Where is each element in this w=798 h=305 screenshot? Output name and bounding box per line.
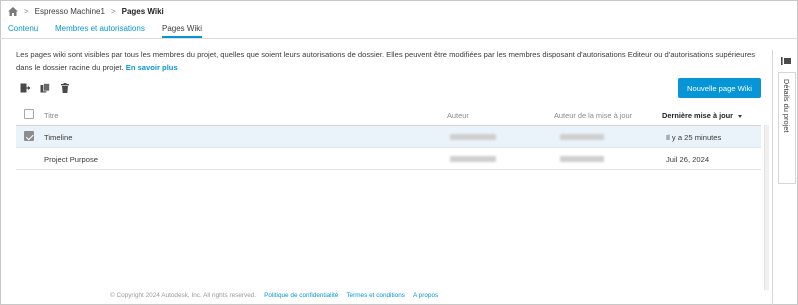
redacted-author — [450, 156, 496, 162]
row-last-update: Il y a 25 minutes — [666, 133, 722, 142]
tab-bar: Contenu Membres et autorisations Pages W… — [0, 22, 798, 39]
toolbar — [20, 83, 70, 93]
info-text: Les pages wiki sont visibles par tous le… — [16, 49, 764, 74]
project-details-label: Détails du projet — [782, 79, 791, 133]
panel-toggle-icon[interactable] — [781, 57, 791, 65]
header-author[interactable]: Auteur — [447, 111, 469, 120]
tab-pages-wiki[interactable]: Pages Wiki — [162, 24, 203, 38]
project-details-panel: Détails du projet — [772, 50, 798, 305]
footer: © Copyright 2024 Autodesk, Inc. All righ… — [110, 292, 438, 299]
breadcrumb-current: Pages Wiki — [121, 6, 164, 16]
terms-link[interactable]: Termes et conditions — [346, 292, 405, 299]
wiki-table: Titre Auteur Auteur de la mise à jour De… — [16, 104, 761, 170]
breadcrumb: > Espresso Machine1 > Pages Wiki — [8, 5, 164, 17]
tab-membres[interactable]: Membres et autorisations — [55, 24, 145, 38]
select-all-checkbox[interactable] — [24, 109, 34, 119]
delete-icon[interactable] — [60, 83, 70, 93]
redacted-updated-by — [560, 134, 604, 140]
sort-desc-icon[interactable] — [738, 114, 743, 118]
row-checkbox[interactable] — [24, 131, 34, 141]
table-row[interactable]: Project Purpose Juil 26, 2024 — [16, 148, 761, 170]
breadcrumb-separator: > — [24, 6, 29, 16]
redacted-author — [450, 134, 496, 140]
copyright-text: © Copyright 2024 Autodesk, Inc. All righ… — [110, 292, 257, 299]
row-last-update: Juil 26, 2024 — [666, 155, 710, 164]
about-link[interactable]: A propos — [413, 292, 438, 299]
row-title[interactable]: Project Purpose — [44, 155, 98, 164]
header-updated-by[interactable]: Auteur de la mise à jour — [554, 111, 632, 120]
breadcrumb-separator: > — [110, 6, 116, 16]
breadcrumb-project[interactable]: Espresso Machine1 — [35, 7, 105, 16]
table-row[interactable]: Timeline Il y a 25 minutes — [16, 126, 761, 148]
project-details-tab[interactable]: Détails du projet — [778, 72, 796, 184]
header-last-update[interactable]: Dernière mise à jour — [662, 111, 743, 120]
header-title[interactable]: Titre — [44, 111, 59, 120]
copy-icon[interactable] — [40, 83, 50, 93]
new-wiki-page-button[interactable]: Nouvelle page Wiki — [678, 78, 761, 98]
tab-contenu[interactable]: Contenu — [8, 24, 38, 38]
home-icon[interactable] — [8, 6, 18, 16]
table-scrollbar[interactable] — [764, 125, 769, 290]
redacted-updated-by — [560, 156, 604, 162]
privacy-link[interactable]: Politique de confidentialité — [264, 292, 338, 299]
export-icon[interactable] — [20, 83, 30, 93]
header-last-update-label: Dernière mise à jour — [662, 111, 734, 120]
learn-more-link[interactable]: En savoir plus — [126, 63, 178, 72]
table-header: Titre Auteur Auteur de la mise à jour De… — [16, 104, 761, 126]
row-title[interactable]: Timeline — [44, 133, 72, 142]
